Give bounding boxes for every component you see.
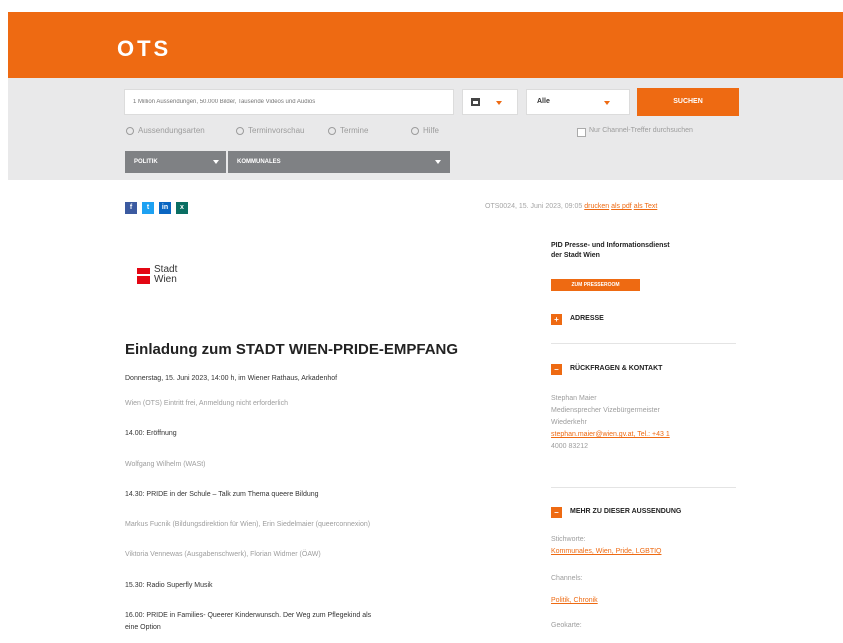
contact-role-2: Wiederkehr [551,419,587,426]
chevron-down-icon[interactable] [213,160,219,164]
dateline-text: OTS0024, 15. Juni 2023, 09:05 [485,203,583,210]
linkedin-icon[interactable]: in [159,202,171,214]
article-paragraph: Viktoria Vennewas (Ausgabenschwerk), Flo… [125,551,321,558]
twitter-icon[interactable]: t [142,202,154,214]
text-link[interactable]: als Text [634,203,658,210]
stichworte-label: Stichworte: [551,536,586,543]
article-paragraph: Wien (OTS) Eintritt frei, Anmeldung nich… [125,400,289,407]
stichworte-links[interactable]: Kommunales, Wien, Pride, LGBTIQ [551,546,661,557]
xing-icon[interactable]: x [176,202,188,214]
channels-label: Channels: [551,575,583,582]
subnav-aussendungsarten[interactable]: Aussendungsarten [138,126,205,135]
type-select-value[interactable]: Alle [537,98,550,105]
subnav-terminvorschau[interactable]: Terminvorschau [248,126,304,135]
dropdown-kommunales[interactable]: KOMMUNALES [228,151,450,173]
calendar-icon[interactable] [471,98,480,106]
section-mehr[interactable]: MEHR ZU DIESER AUSSENDUNG [570,508,681,515]
article-paragraph: 15.30: Radio Superfly Musik [125,582,213,589]
chart-icon[interactable] [126,127,134,135]
article-paragraph: Wolfgang Wilhelm (WASt) [125,461,206,468]
subnav-termine[interactable]: Termine [340,126,368,135]
contact-name: Stephan Maier [551,395,597,402]
contact-role: Mediensprecher Vizebürgermeister [551,407,660,414]
minus-icon[interactable]: – [551,364,562,375]
calendar-check-icon[interactable] [328,127,336,135]
stadt-wien-logo-flag [137,268,150,284]
minus-icon[interactable]: – [551,507,562,518]
article-paragraph: Donnerstag, 15. Juni 2023, 14:00 h, im W… [125,375,338,382]
article-paragraph: 14.30: PRIDE in der Schule – Talk zum Th… [125,491,319,498]
dropdown-politik[interactable]: POLITIK [125,151,226,173]
subnav-hilfe[interactable]: Hilfe [423,126,439,135]
chevron-down-icon[interactable] [435,160,441,164]
chevron-down-icon[interactable] [496,101,502,105]
article-paragraph: 14.00: Eröffnung [125,430,177,437]
dateline: OTS0024, 15. Juni 2023, 09:05 drucken al… [485,203,657,210]
channel-checkbox[interactable] [577,128,586,137]
print-link[interactable]: drucken [584,203,609,210]
contact-email-link[interactable]: stephan.maier@wien.gv.at, Tel.: +43 1 [551,429,670,440]
pdf-link[interactable]: als pdf [611,203,632,210]
ots-logo[interactable]: OTS [117,36,171,62]
contact-phone: 4000 83212 [551,443,588,450]
divider [551,343,736,344]
search-input[interactable] [124,89,454,115]
section-adresse[interactable]: ADRESSE [570,315,604,322]
plus-icon[interactable]: + [551,314,562,325]
sidebar-sender-title[interactable]: PID Presse- und Informationsdienst der S… [551,241,741,261]
divider [551,487,736,488]
chevron-down-icon[interactable] [604,101,610,105]
article-paragraph: 16.00: PRIDE in Families- Queerer Kinder… [125,612,372,619]
channel-checkbox-label[interactable]: Nur Channel-Treffer durchsuchen [589,127,693,134]
search-button[interactable]: SUCHEN [637,88,739,116]
article-paragraph: eine Option [125,624,161,631]
section-kontakt[interactable]: RÜCKFRAGEN & KONTAKT [570,365,662,372]
article-headline: Einladung zum STADT WIEN-PRIDE-EMPFANG [125,341,459,358]
article-paragraph: Markus Fucnik (Bildungsdirektion für Wie… [125,521,371,528]
help-icon[interactable] [411,127,419,135]
newsroom-button[interactable]: ZUM PRESSEROOM [551,279,640,291]
clock-icon[interactable] [236,127,244,135]
facebook-icon[interactable]: f [125,202,137,214]
stadt-wien-logo-text: Stadt Wien [154,264,178,285]
channels-links[interactable]: Politik, Chronik [551,595,598,606]
geokarte-label: Geokarte: [551,622,582,629]
